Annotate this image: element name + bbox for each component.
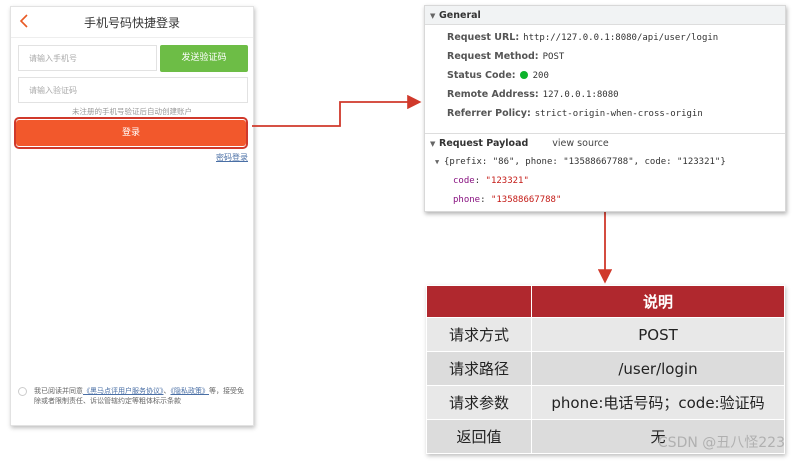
status-code-key: Status Code: <box>447 70 516 81</box>
request-url-key: Request URL: <box>447 32 520 43</box>
remote-address-row: Remote Address: 127.0.0.1:8080 <box>447 85 619 104</box>
remote-address-key: Remote Address: <box>447 89 539 100</box>
table-cell: 请求路径 <box>426 351 532 386</box>
payload-key: phone <box>453 195 481 205</box>
payload-key: code <box>453 176 475 186</box>
payload-summary-text: {prefix: "86", phone: "13588667788", cod… <box>444 157 726 167</box>
login-highlight-box <box>14 117 248 149</box>
auto-register-hint: 未注册的手机号验证后自动创建账户 <box>72 107 192 116</box>
payload-field-phone: phone: "13588667788" <box>453 195 562 205</box>
payload-value: "13588667788" <box>490 195 562 205</box>
request-method-row: Request Method: POST <box>447 47 564 66</box>
referrer-policy-row: Referrer Policy: strict-origin-when-cross… <box>447 104 703 123</box>
service-agreement-link[interactable]: 《黑马点评用户服务协议》 <box>83 387 164 395</box>
watermark: CSDN @丑八怪223 <box>657 435 785 451</box>
devtools-request-panel: ▼ General Request URL: http://127.0.0.1:80… <box>424 5 786 212</box>
status-ok-icon <box>519 71 528 79</box>
table-cell: 请求参数 <box>426 385 532 420</box>
table-row: 请求参数 phone:电话号码；code:验证码 <box>426 385 785 420</box>
agreement-text: 我已阅读并同意《黑马点评用户服务协议》、《隐私政策》等，接受免除或者限制责任、诉… <box>34 386 248 406</box>
table-row: 请求路径 /user/login <box>426 351 785 386</box>
view-source-link[interactable]: view source <box>552 138 608 149</box>
referrer-policy-key: Referrer Policy: <box>447 108 531 119</box>
payload-section-header[interactable]: ▼ Request Payload view source <box>425 133 785 152</box>
table-cell: phone:电话号码；code:验证码 <box>531 385 785 420</box>
agreement-separator: 、 <box>163 387 171 395</box>
table-header-cell: 说明 <box>531 285 785 318</box>
table-header-row: 说明 <box>426 285 785 318</box>
table-row: 请求方式 POST <box>426 317 785 352</box>
table-cell: 请求方式 <box>426 317 532 352</box>
request-url-row: Request URL: http://127.0.0.1:8080/api/us… <box>447 28 718 47</box>
agreement-prefix: 我已阅读并同意 <box>34 387 83 395</box>
login-phone-screen: 手机号码快捷登录 请输入手机号 发送验证码 请输入验证码 未注册的手机号验证后自… <box>10 6 254 426</box>
payload-field-code: code: "123321" <box>453 176 529 186</box>
table-cell: /user/login <box>531 351 785 386</box>
general-section-header[interactable]: ▼ General <box>425 6 785 25</box>
send-code-button[interactable]: 发送验证码 <box>160 45 248 72</box>
payload-title: Request Payload <box>439 138 529 149</box>
triangle-down-icon: ▼ <box>430 140 436 148</box>
triangle-down-icon: ▼ <box>430 12 436 20</box>
request-method-value: POST <box>542 52 565 62</box>
table-cell: POST <box>531 317 785 352</box>
remote-address-value: 127.0.0.1:8080 <box>542 90 619 100</box>
phone-input[interactable]: 请输入手机号 <box>18 45 157 71</box>
password-login-link[interactable]: 密码登录 <box>216 152 248 163</box>
general-title: General <box>439 10 481 21</box>
payload-value: "123321" <box>485 176 529 186</box>
api-spec-table: 说明 请求方式 POST 请求路径 /user/login 请求参数 phone… <box>426 285 785 454</box>
privacy-policy-link[interactable]: 《隐私政策》 <box>171 387 210 395</box>
agreement: 我已阅读并同意《黑马点评用户服务协议》、《隐私政策》等，接受免除或者限制责任、诉… <box>18 386 248 406</box>
agreement-radio-icon[interactable] <box>18 387 27 396</box>
table-cell: 返回值 <box>426 419 532 454</box>
payload-summary[interactable]: ▼ {prefix: "86", phone: "13588667788", co… <box>435 153 726 171</box>
request-url-value: http://127.0.0.1:8080/api/user/login <box>523 33 719 43</box>
login-to-request-arrow <box>252 94 422 127</box>
referrer-policy-value: strict-origin-when-cross-origin <box>534 109 703 119</box>
phone-header: 手机号码快捷登录 <box>11 7 253 38</box>
code-input[interactable]: 请输入验证码 <box>18 77 248 103</box>
status-code-row: Status Code: 200 <box>447 66 549 85</box>
page-title: 手机号码快捷登录 <box>83 16 180 30</box>
table-header-cell <box>426 285 532 318</box>
request-method-key: Request Method: <box>447 51 539 62</box>
triangle-down-icon: ▼ <box>435 158 440 166</box>
status-code-value: 200 <box>532 71 549 81</box>
